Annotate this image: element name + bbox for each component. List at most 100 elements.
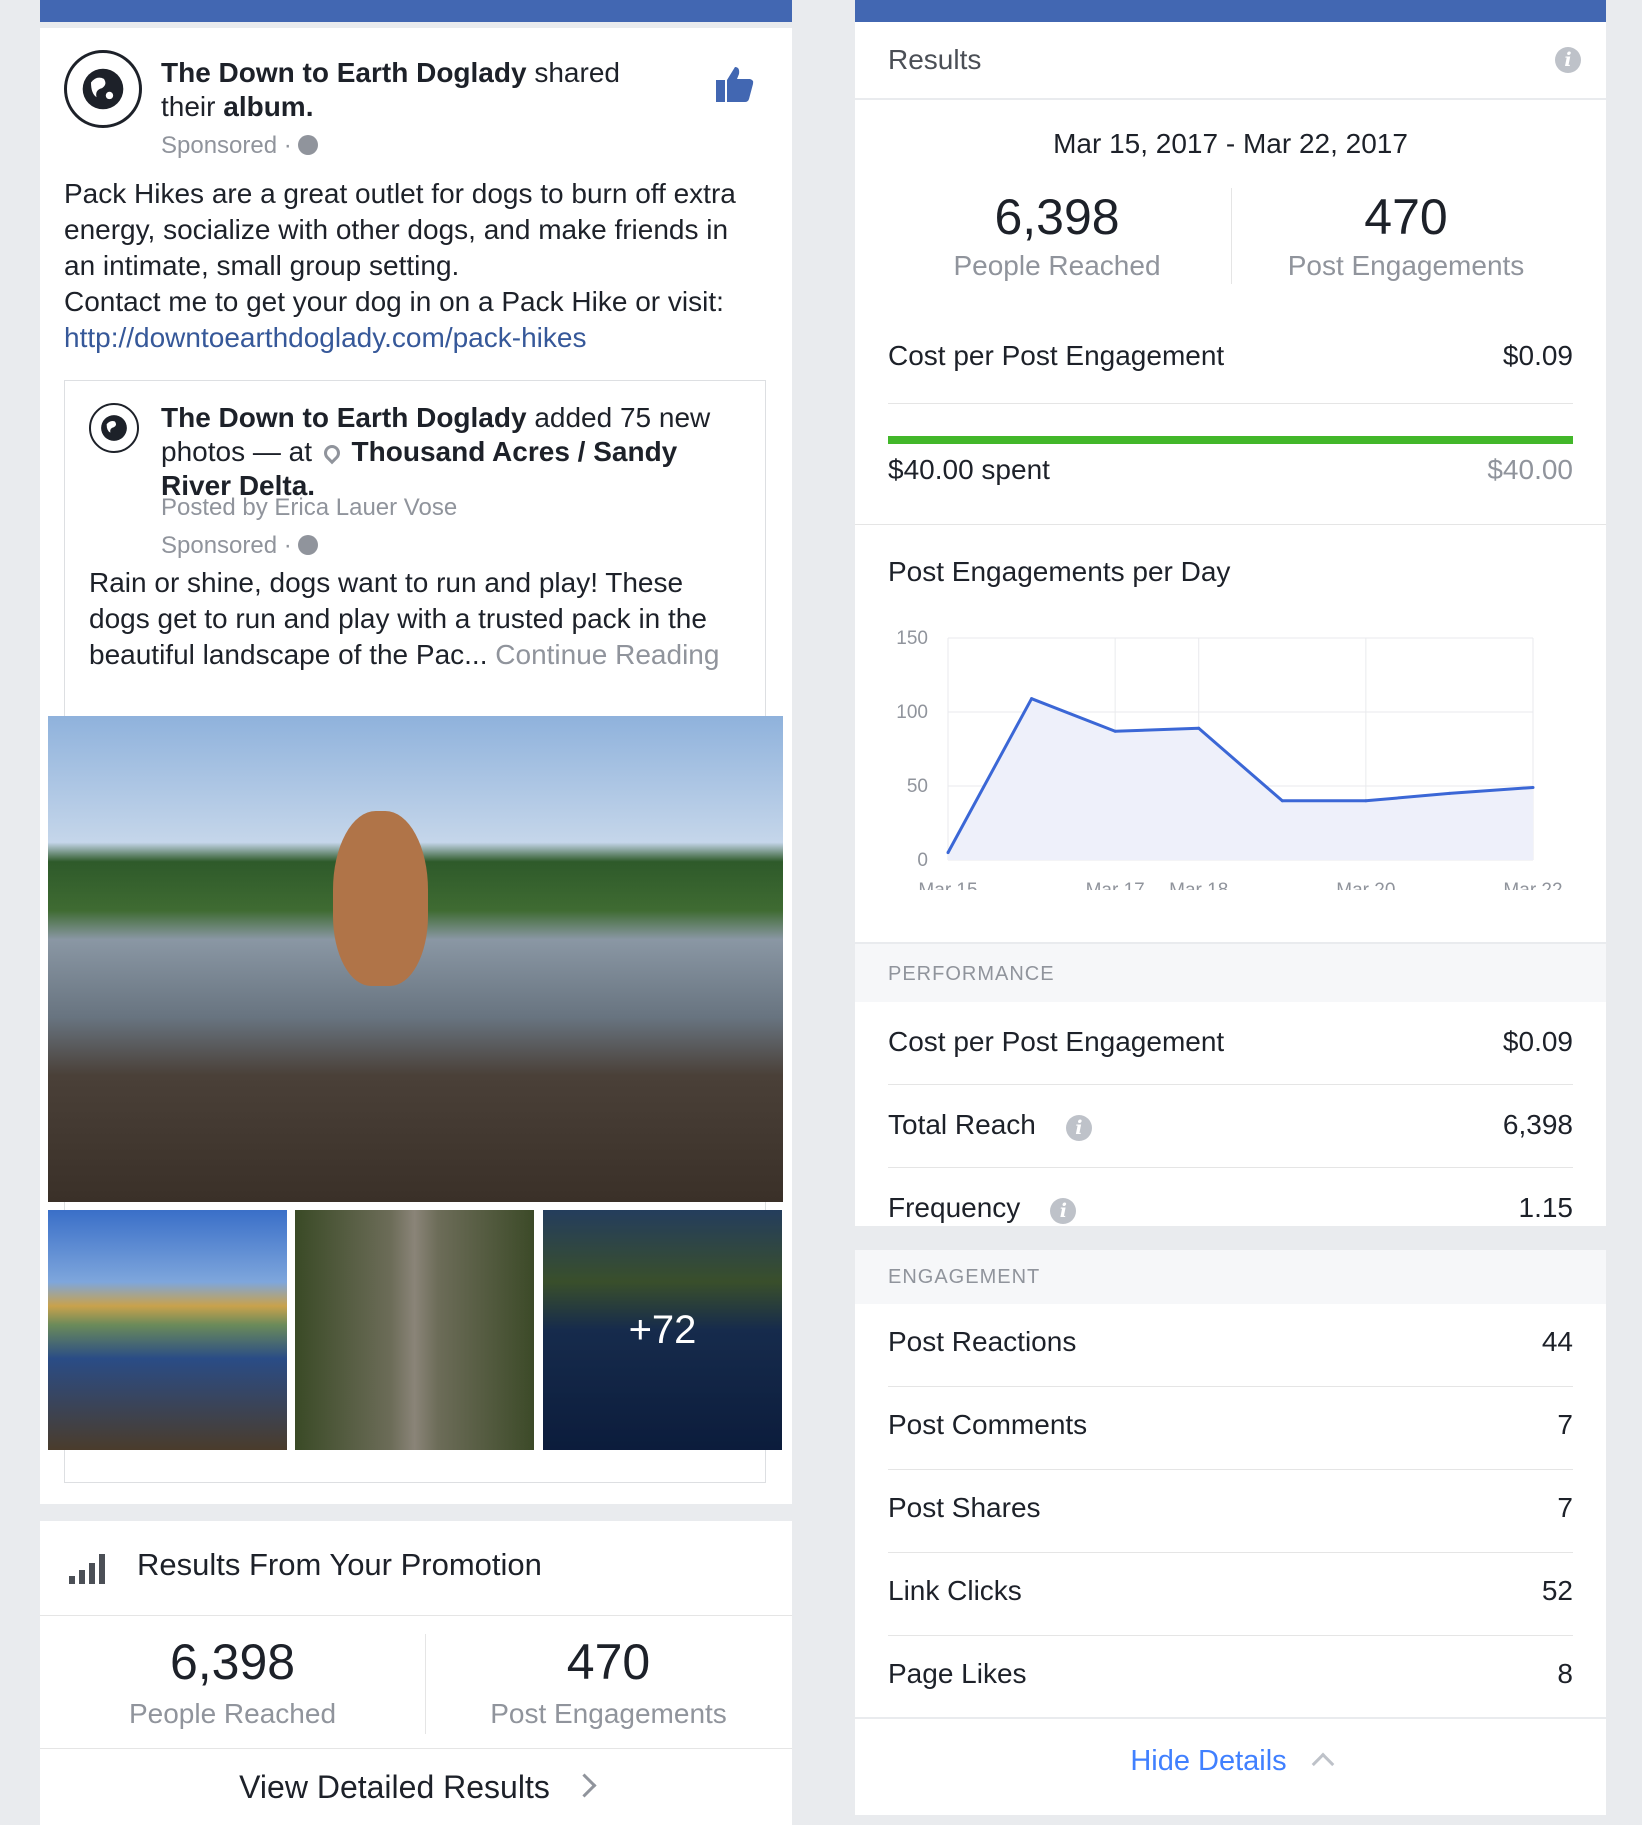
perf-label: Frequency [888,1192,1021,1223]
chart-y-tick-label: 100 [896,702,928,723]
divider [40,1615,792,1616]
people-reached-value: 6,398 [994,189,1120,245]
engagement-header: ENGAGEMENT [855,1250,1606,1304]
chart-area [948,698,1533,860]
people-reached-value: 6,398 [169,1634,296,1690]
engagement-row-shares: Post Shares 7 [888,1492,1573,1524]
divider [40,1748,792,1749]
added-text: added 75 new [534,402,711,433]
post-link[interactable]: http://downtoearthdoglady.com/pack-hikes [64,320,774,356]
promotion-title: Results From Your Promotion [137,1547,542,1582]
perf-value: 6,398 [1502,1109,1573,1140]
chart-x-tick-label: Mar 22 [1503,880,1562,890]
eng-label: Post Comments [888,1409,1088,1440]
posted-by: Posted by Erica Lauer Vose [161,494,458,521]
inner-body-line: beautiful landscape of the Pac... [89,639,488,670]
people-reached-label: People Reached [953,250,1161,281]
shared-text: shared [534,57,620,88]
hide-details-button[interactable]: Hide Details [855,1745,1606,1778]
divider [888,1167,1573,1168]
thumb-photo-2[interactable] [295,1210,534,1450]
view-detailed-results-button[interactable]: View Detailed Results [40,1769,792,1806]
chart-x-tick-label: Mar 17 [1086,880,1145,890]
chart-data-point [1113,729,1117,733]
inner-header: The Down to Earth Doglady added 75 new p… [161,401,751,503]
divider [888,1084,1573,1085]
post-card: The Down to Earth Doglady shared their a… [40,28,792,1504]
perf-row-cost: Cost per Post Engagement $0.09 [888,1026,1573,1058]
album-label: album [223,91,306,122]
eng-value: 52 [1541,1575,1573,1606]
post-meta: Sponsored · [161,132,318,160]
post-body: Pack Hikes are a great outlet for dogs t… [64,176,774,356]
page-avatar[interactable] [64,50,142,128]
budget-progress-bar [888,436,1573,444]
album-link[interactable]: album. [223,91,313,122]
globe-icon [297,535,318,555]
chevron-right-icon [572,1773,597,1798]
chart-data-point [1030,697,1034,701]
location-pin-icon [320,441,344,465]
chart-x-tick-label: Mar 20 [1336,880,1395,890]
info-icon[interactable]: i [1555,47,1581,73]
post-engagements-value: 470 [566,1634,651,1690]
divider [888,403,1573,404]
continue-reading-link[interactable]: Continue Reading [495,639,719,670]
performance-header: PERFORMANCE [855,944,1606,1002]
inner-author[interactable]: The Down to Earth Doglady [161,402,527,433]
chart-x-tick-label: Mar 18 [1169,880,1228,890]
sponsored-label: Sponsored · [161,132,292,159]
thumb-photo-1[interactable] [48,1210,287,1450]
their-text: their [161,91,216,122]
results-summary: Mar 15, 2017 - Mar 22, 2017 6,398 People… [855,100,1606,942]
inner-page-avatar[interactable] [89,403,139,453]
engagement-row-link-clicks: Link Clicks 52 [888,1575,1573,1607]
results-title: Results [888,44,982,75]
inner-sponsored-label: Sponsored · [161,532,292,559]
engagement-header-label: ENGAGEMENT [888,1266,1041,1288]
eng-value: 7 [1557,1409,1573,1440]
chart-y-tick-label: 50 [907,776,928,797]
chart-data-point [1280,799,1284,803]
more-photos-count: +72 [543,1210,782,1450]
cost-per-engagement-label: Cost per Post Engagement [888,340,1225,371]
dog-figure [333,811,428,986]
like-thumb-icon[interactable] [714,64,754,104]
eng-label: Page Likes [888,1658,1027,1689]
divider [888,1469,1573,1470]
engagements-chart: 0 50 100 150 Mar 15 Mar 17 Mar 18 Mar 20 Mar 22 [896,628,1562,890]
budget-progress-fill [888,436,1573,444]
main-photo[interactable] [48,716,783,1202]
promoted-post-column: The Down to Earth Doglady shared their a… [40,0,792,1825]
post-body-line: energy, socialize with other dogs, and m… [64,214,729,245]
inner-body-line: dogs get to run and play with a trusted … [89,603,707,634]
chart-data-point [1364,799,1368,803]
eng-value: 8 [1557,1658,1573,1689]
post-author[interactable]: The Down to Earth Doglady [161,57,527,88]
engagement-section: Post Reactions 44 Post Comments 7 Post Sha… [855,1304,1606,1717]
post-body-line: Contact me to get your dog in on a Pack … [64,286,724,317]
results-panel: Results i Mar 15, 2017 - Mar 22, 2017 6,… [855,0,1606,1815]
hide-details-label: Hide Details [1130,1745,1287,1777]
bar-chart-icon [69,1554,109,1584]
eng-label: Link Clicks [888,1575,1022,1606]
results-header: Results i [855,22,1606,98]
hide-details-bar: Hide Details [855,1719,1606,1815]
eng-label: Post Reactions [888,1326,1077,1357]
people-reached-label: People Reached [128,1698,337,1729]
post-header: The Down to Earth Doglady shared their a… [161,56,661,124]
post-engagements-label: Post Engagements [490,1698,727,1729]
thumb-photo-3[interactable]: +72 [543,1210,782,1450]
perf-row-frequency: Frequency i 1.15 [888,1192,1573,1224]
cost-per-engagement-row: Cost per Post Engagement $0.09 [888,340,1573,372]
chart-y-tick-label: 0 [917,850,928,871]
perf-label: Cost per Post Engagement [888,1026,1225,1057]
inner-body: Rain or shine, dogs want to run and play… [89,565,749,673]
photos-at-text: photos — at [161,436,312,467]
place-line-1[interactable]: Thousand Acres / Sandy [352,436,678,467]
engagement-row-reactions: Post Reactions 44 [888,1326,1573,1358]
info-icon[interactable]: i [1050,1198,1077,1224]
info-icon[interactable]: i [1065,1115,1092,1141]
engagement-row-comments: Post Comments 7 [888,1409,1573,1441]
spent-label: $40.00 spent [888,454,1050,485]
